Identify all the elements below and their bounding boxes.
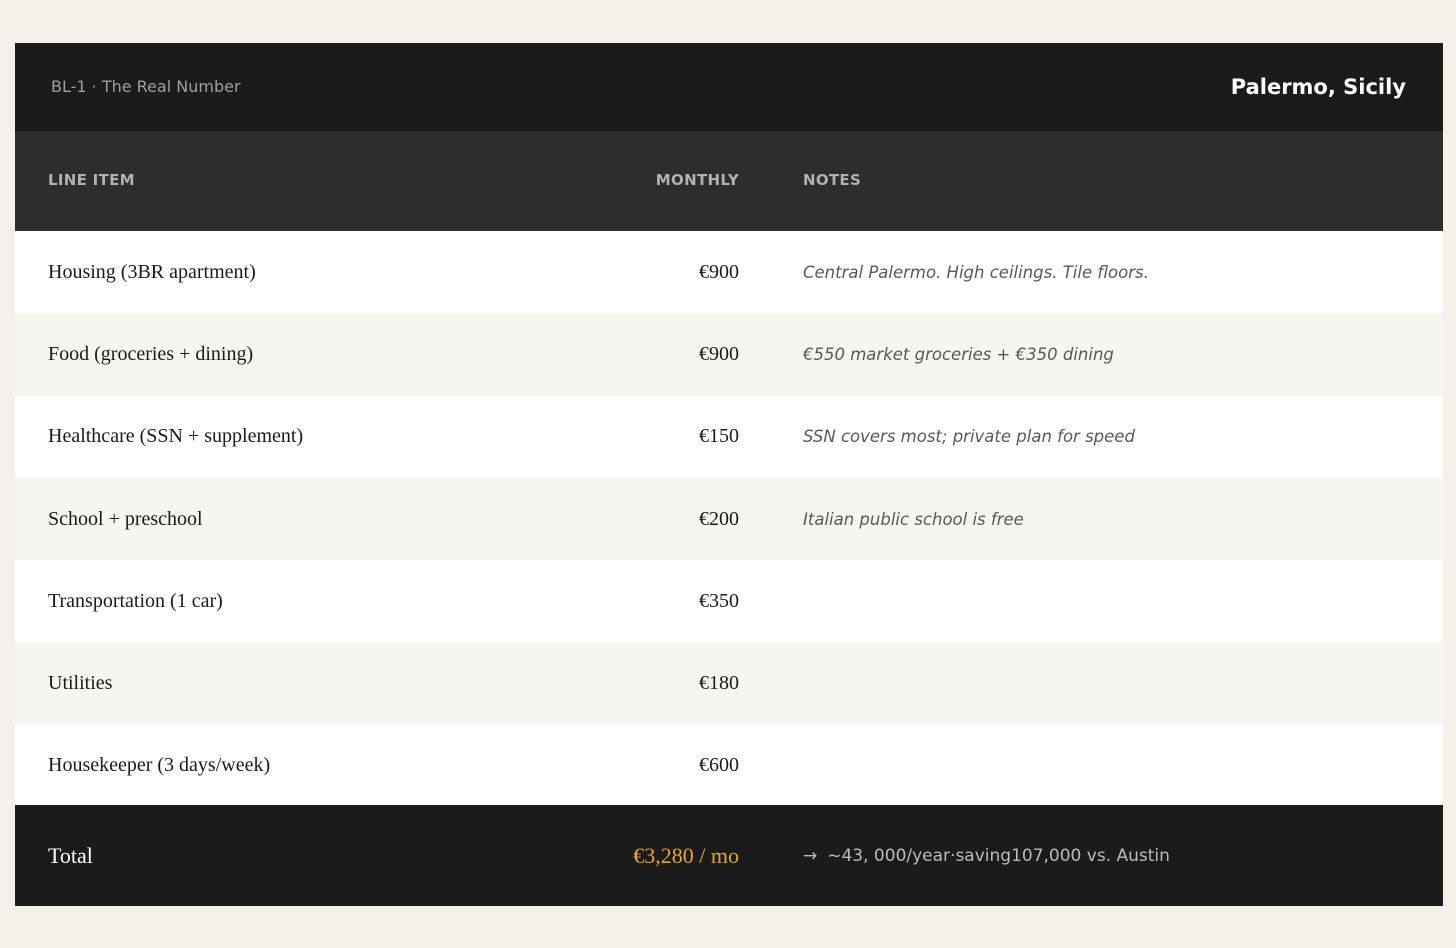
table-row: Utilities €180 (15, 642, 1443, 725)
column-header-monthly: MONTHLY (655, 171, 739, 189)
row-monthly-amount: €200 (699, 507, 739, 530)
table-row: Housekeeper (3 days/week) €600 (15, 724, 1443, 808)
column-header-notes: NOTES (803, 171, 862, 189)
total-row: Total €3,280 / mo → ~43, 000/year·saving… (15, 805, 1443, 906)
table-row: Healthcare (SSN + supplement) €150 SSN c… (15, 395, 1443, 478)
total-summary-text: ~43, 000/year·saving107,000 vs. Austin (827, 845, 1170, 866)
table-subtitle: BL-1 · The Real Number (51, 77, 241, 96)
table-row: School + preschool €200 Italian public s… (15, 477, 1443, 561)
row-line-item: Utilities (48, 672, 113, 695)
table-row: Transportation (1 car) €350 (15, 560, 1443, 643)
row-line-item: Transportation (1 car) (48, 589, 223, 612)
row-line-item: Housing (3BR apartment) (48, 260, 256, 283)
table-row: Housing (3BR apartment) €900 Central Pal… (15, 231, 1443, 314)
row-monthly-amount: €900 (699, 260, 739, 283)
row-line-item: Housekeeper (3 days/week) (48, 754, 271, 777)
row-note: SSN covers most; private plan for speed (803, 427, 1135, 447)
row-monthly-amount: €150 (699, 425, 739, 448)
row-note: €550 market groceries + €350 dining (803, 344, 1114, 364)
row-note: Central Palermo. High ceilings. Tile flo… (803, 262, 1149, 282)
column-header-row: LINE ITEM MONTHLY NOTES (15, 131, 1443, 231)
table-header-bar: BL-1 · The Real Number Palermo, Sicily (15, 43, 1443, 131)
total-label: Total (48, 842, 93, 868)
row-monthly-amount: €180 (699, 672, 739, 695)
total-value: €3,280 / mo (633, 842, 739, 868)
row-line-item: School + preschool (48, 507, 203, 530)
city-title: Palermo, Sicily (1230, 75, 1406, 99)
row-monthly-amount: €350 (699, 589, 739, 612)
cost-table-card: BL-1 · The Real Number Palermo, Sicily L… (15, 43, 1443, 906)
row-monthly-amount: €900 (699, 342, 739, 365)
table-row: Food (groceries + dining) €900 €550 mark… (15, 313, 1443, 396)
row-note: Italian public school is free (803, 509, 1024, 529)
column-header-line-item: LINE ITEM (48, 171, 135, 189)
arrow-right-icon: → (803, 845, 818, 866)
row-line-item: Healthcare (SSN + supplement) (48, 425, 304, 448)
total-summary: → ~43, 000/year·saving107,000 vs. Austin (803, 805, 1170, 906)
row-monthly-amount: €600 (699, 754, 739, 777)
row-line-item: Food (groceries + dining) (48, 342, 254, 365)
